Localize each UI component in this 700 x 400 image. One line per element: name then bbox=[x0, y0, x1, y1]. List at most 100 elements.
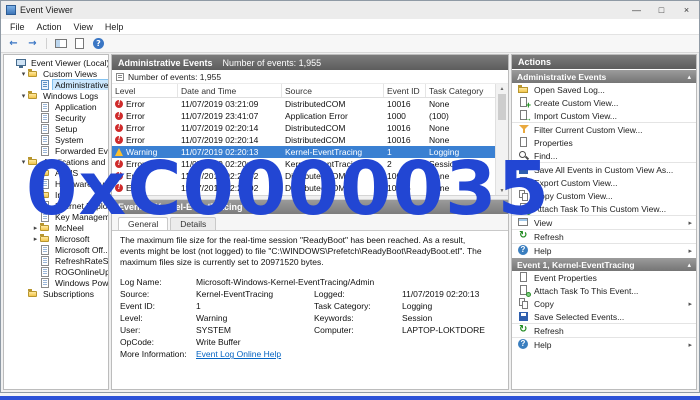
tree-item-icon bbox=[40, 267, 51, 277]
action-item[interactable]: Refresh bbox=[512, 323, 696, 337]
action-icon bbox=[518, 311, 530, 322]
event-log-online-help-link[interactable]: Event Log Online Help bbox=[196, 349, 314, 359]
tree-item[interactable]: Microsoft Off... bbox=[4, 244, 108, 255]
action-label: View bbox=[534, 218, 680, 228]
titlebar: Event Viewer — □ × bbox=[1, 1, 699, 19]
tree-item-label: Windows PowerShell bbox=[53, 278, 108, 288]
action-item[interactable]: Save Selected Events... bbox=[512, 310, 696, 323]
action-item[interactable]: Filter Current Custom View... bbox=[512, 122, 696, 136]
menu-item[interactable]: File bbox=[4, 22, 31, 32]
events-panel-header: Administrative Events Number of events: … bbox=[112, 55, 508, 70]
field-value: SYSTEM bbox=[196, 325, 314, 335]
tree-item[interactable]: ▾ Windows Logs bbox=[4, 90, 108, 101]
event-row[interactable]: Error 11/07/2019 02:20:14 DistributedCOM… bbox=[112, 134, 495, 146]
tree-item[interactable]: Application bbox=[4, 101, 108, 112]
action-icon bbox=[518, 339, 530, 350]
forward-button[interactable]: → bbox=[24, 37, 41, 50]
tree-item-label: Administrative Events bbox=[53, 80, 108, 90]
action-label: Filter Current Custom View... bbox=[534, 125, 680, 135]
scroll-up-arrow[interactable]: ▲ bbox=[496, 84, 508, 93]
console-tree-icon bbox=[55, 39, 67, 48]
field-label: Event ID: bbox=[120, 301, 196, 311]
action-label: Copy bbox=[534, 299, 680, 309]
expander-icon[interactable]: ▾ bbox=[19, 70, 28, 78]
action-item[interactable]: Copy ▸ bbox=[512, 297, 696, 310]
tree-item[interactable]: Windows PowerShell bbox=[4, 277, 108, 288]
action-item[interactable]: Attach Task To This Event... bbox=[512, 284, 696, 297]
action-item[interactable]: Event Properties bbox=[512, 271, 696, 284]
tree-item-icon bbox=[40, 278, 51, 288]
tree-item-label: Application bbox=[53, 102, 99, 112]
actions-section-header[interactable]: Administrative Events ▴ bbox=[512, 70, 696, 83]
field-value: 11/07/2019 02:20:13 bbox=[402, 289, 500, 299]
tree-item-icon bbox=[28, 91, 39, 101]
tree-item[interactable]: Event Viewer (Local) bbox=[4, 57, 108, 68]
collapse-icon[interactable]: ▴ bbox=[687, 261, 691, 269]
event-field-row: Log Name: Microsoft-Windows-Kernel-Event… bbox=[120, 276, 500, 288]
event-date-cell: 11/07/2019 03:21:09 bbox=[178, 99, 282, 109]
action-label: Help bbox=[534, 246, 680, 256]
action-icon bbox=[518, 110, 530, 121]
tree-item[interactable]: Setup bbox=[4, 123, 108, 134]
action-label: Open Saved Log... bbox=[534, 85, 680, 95]
list-icon bbox=[116, 73, 124, 81]
field-label: Logged: bbox=[314, 289, 402, 299]
submenu-arrow-icon: ▸ bbox=[684, 341, 692, 349]
event-field-row: User: SYSTEM Computer: LAPTOP-LOKTDORE bbox=[120, 324, 500, 336]
scrollbar-thumb[interactable] bbox=[498, 94, 506, 120]
collapse-icon[interactable]: ▴ bbox=[687, 73, 691, 81]
expander-icon[interactable]: ▸ bbox=[31, 235, 40, 243]
show-console-tree-button[interactable] bbox=[52, 37, 69, 50]
tree-item[interactable]: System bbox=[4, 134, 108, 145]
field-value: 1 bbox=[196, 301, 314, 311]
help-button[interactable]: ? bbox=[90, 37, 107, 50]
properties-button[interactable] bbox=[71, 37, 88, 50]
app-icon bbox=[6, 5, 16, 15]
action-label: Import Custom View... bbox=[534, 111, 680, 121]
action-icon bbox=[518, 231, 530, 242]
action-item[interactable]: Create Custom View... bbox=[512, 96, 696, 109]
menu-item[interactable]: View bbox=[68, 22, 99, 32]
column-header[interactable]: Task Category bbox=[426, 84, 495, 97]
action-label: Attach Task To This Custom View... bbox=[534, 204, 680, 214]
tree-item[interactable]: Administrative Events bbox=[4, 79, 108, 90]
tree-item[interactable]: Subscriptions bbox=[4, 288, 108, 299]
close-button[interactable]: × bbox=[674, 1, 699, 19]
event-row[interactable]: Error 11/07/2019 23:41:07 Application Er… bbox=[112, 110, 495, 122]
actions-section-header[interactable]: Event 1, Kernel-EventTracing ▴ bbox=[512, 258, 696, 271]
watermark-text: 0xC0000035 bbox=[26, 146, 550, 232]
menu-item[interactable]: Action bbox=[31, 22, 68, 32]
action-item[interactable]: Help ▸ bbox=[512, 243, 696, 257]
action-item[interactable]: Open Saved Log... bbox=[512, 83, 696, 96]
action-item[interactable]: Help ▸ bbox=[512, 337, 696, 351]
back-button[interactable]: ← bbox=[5, 37, 22, 50]
event-fields: Log Name: Microsoft-Windows-Kernel-Event… bbox=[120, 276, 500, 360]
column-header[interactable]: Date and Time bbox=[178, 84, 282, 97]
menu-item[interactable]: Help bbox=[99, 22, 130, 32]
tree-item-icon bbox=[28, 289, 39, 299]
column-header[interactable]: Source bbox=[282, 84, 384, 97]
action-label: Create Custom View... bbox=[534, 98, 680, 108]
action-item[interactable]: Import Custom View... bbox=[512, 109, 696, 122]
tree-item[interactable]: ▸ Microsoft bbox=[4, 233, 108, 244]
expander-icon[interactable]: ▾ bbox=[19, 92, 28, 100]
field-value: LAPTOP-LOKTDORE bbox=[402, 325, 500, 335]
tree-item[interactable]: RefreshRateS... bbox=[4, 255, 108, 266]
action-label: Copy Custom View... bbox=[534, 191, 680, 201]
menubar: File Action View Help bbox=[1, 19, 699, 35]
event-row[interactable]: Error 11/07/2019 02:20:14 DistributedCOM… bbox=[112, 122, 495, 134]
maximize-button[interactable]: □ bbox=[649, 1, 674, 19]
events-panel-count: Number of events: 1,955 bbox=[223, 58, 322, 68]
event-id-cell: 10016 bbox=[384, 123, 426, 133]
action-label: Refresh bbox=[534, 232, 680, 242]
minimize-button[interactable]: — bbox=[624, 1, 649, 19]
tree-item[interactable]: ROGOnlineUpd... bbox=[4, 266, 108, 277]
tree-item[interactable]: Security bbox=[4, 112, 108, 123]
tree-item[interactable]: ▾ Custom Views bbox=[4, 68, 108, 79]
tree-item-icon bbox=[40, 234, 51, 244]
events-count-text: Number of events: 1,955 bbox=[128, 72, 221, 82]
event-row[interactable]: Error 11/07/2019 03:21:09 DistributedCOM… bbox=[112, 98, 495, 110]
column-header[interactable]: Level bbox=[112, 84, 178, 97]
column-header[interactable]: Event ID bbox=[384, 84, 426, 97]
field-value: Kernel-EventTracing bbox=[196, 289, 314, 299]
